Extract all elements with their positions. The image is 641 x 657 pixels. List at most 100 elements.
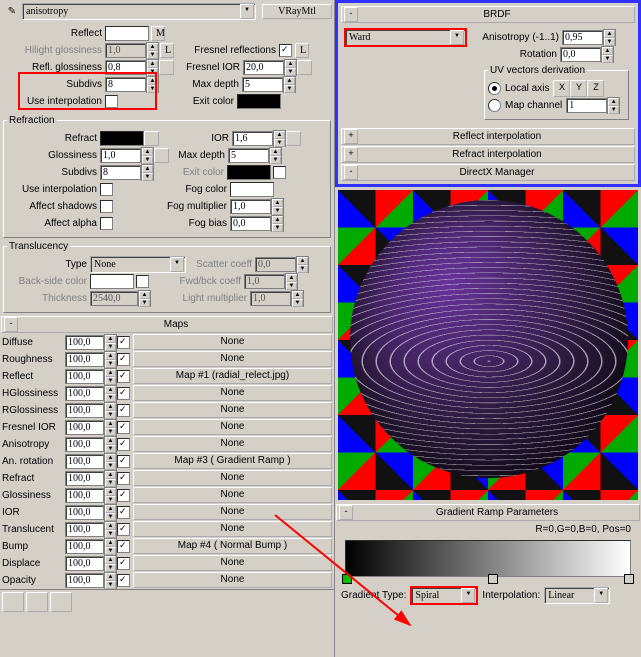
fogmult-input[interactable] xyxy=(230,199,271,214)
expand-icon[interactable]: + xyxy=(344,147,358,162)
map-amount-input[interactable] xyxy=(65,471,104,486)
spinner[interactable]: ▲▼ xyxy=(269,147,282,164)
spinner[interactable]: ▲▼ xyxy=(141,147,154,164)
spinner[interactable]: ▲▼ xyxy=(104,470,117,487)
map-slot-button[interactable]: None xyxy=(133,402,332,418)
affect-alpha-checkbox[interactable] xyxy=(100,217,113,230)
gloss-input[interactable] xyxy=(100,148,141,163)
toolbar-icon[interactable] xyxy=(26,592,48,612)
spinner[interactable]: ▲▼ xyxy=(291,290,304,307)
mapslot[interactable] xyxy=(144,131,159,146)
reflect-interp-rollup[interactable]: +Reflect interpolation xyxy=(341,128,635,145)
spinner[interactable]: ▲▼ xyxy=(104,538,117,555)
map-slot-button[interactable]: None xyxy=(133,385,332,401)
ior-input[interactable] xyxy=(232,131,273,146)
map-checkbox[interactable] xyxy=(117,455,130,468)
map-slot-button[interactable]: None xyxy=(133,572,332,588)
spinner[interactable]: ▲▼ xyxy=(138,290,151,307)
rotation-input[interactable] xyxy=(560,47,601,62)
fresnel-ior-input[interactable] xyxy=(243,60,284,75)
spinner[interactable]: ▲▼ xyxy=(104,436,117,453)
map-amount-input[interactable] xyxy=(65,420,104,435)
spinner[interactable]: ▲▼ xyxy=(603,29,616,46)
trans-type-dropdown[interactable]: None▼ xyxy=(90,256,186,273)
spinner[interactable]: ▲▼ xyxy=(104,351,117,368)
maps-rollup[interactable]: - Maps xyxy=(1,316,333,333)
map-slot-button[interactable]: None xyxy=(133,470,332,486)
map-channel-radio[interactable] xyxy=(488,99,501,112)
brdf-rollup[interactable]: - BRDF xyxy=(341,6,635,23)
mapslot[interactable] xyxy=(286,131,301,146)
map-checkbox[interactable] xyxy=(117,404,130,417)
spinner[interactable]: ▲▼ xyxy=(601,46,614,63)
spinner[interactable]: ▲▼ xyxy=(104,521,117,538)
aniso-input[interactable] xyxy=(562,30,603,45)
expand-icon[interactable]: + xyxy=(344,129,358,144)
map-amount-input[interactable] xyxy=(65,454,104,469)
exitcolor2-checkbox[interactable] xyxy=(273,166,286,179)
eyedropper-icon[interactable]: ✎ xyxy=(2,6,22,17)
refract-interp-rollup[interactable]: +Refract interpolation xyxy=(341,146,635,163)
mapslot[interactable] xyxy=(159,60,174,75)
spinner[interactable]: ▲▼ xyxy=(296,256,309,273)
spinner[interactable]: ▲▼ xyxy=(104,504,117,521)
spinner[interactable]: ▲▼ xyxy=(104,402,117,419)
map-slot-button[interactable]: None xyxy=(133,334,332,350)
mapslot[interactable] xyxy=(154,148,169,163)
map-checkbox[interactable] xyxy=(117,557,130,570)
spinner[interactable]: ▲▼ xyxy=(104,453,117,470)
map-slot-button[interactable]: Map #4 ( Normal Bump ) xyxy=(133,538,332,554)
map-amount-input[interactable] xyxy=(65,556,104,571)
exitcolor-swatch[interactable] xyxy=(237,94,281,109)
toolbar-icon[interactable] xyxy=(50,592,72,612)
spinner[interactable]: ▲▼ xyxy=(146,42,159,59)
reflect-swatch[interactable] xyxy=(105,26,149,41)
useinterp2-checkbox[interactable] xyxy=(100,183,113,196)
interp-dropdown[interactable]: Linear▼ xyxy=(544,587,610,604)
map-amount-input[interactable] xyxy=(65,386,104,401)
map-slot-button[interactable]: None xyxy=(133,419,332,435)
z-button[interactable]: Z xyxy=(587,80,604,97)
map-amount-input[interactable] xyxy=(65,335,104,350)
map-slot-button[interactable]: None xyxy=(133,351,332,367)
spinner[interactable]: ▲▼ xyxy=(141,164,154,181)
map-amount-input[interactable] xyxy=(65,403,104,418)
gradient-handle[interactable] xyxy=(488,574,498,584)
map-checkbox[interactable] xyxy=(117,336,130,349)
map-checkbox[interactable] xyxy=(117,540,130,553)
lock2-button[interactable]: L xyxy=(295,43,309,58)
spinner[interactable]: ▲▼ xyxy=(273,130,286,147)
fresnel-checkbox[interactable] xyxy=(279,44,292,57)
y-button[interactable]: Y xyxy=(570,80,587,97)
gradient-handle[interactable] xyxy=(342,574,352,584)
map-slot-button[interactable]: None xyxy=(133,436,332,452)
spinner[interactable]: ▲▼ xyxy=(284,59,297,76)
collapse-icon[interactable]: - xyxy=(4,317,18,332)
map-checkbox[interactable] xyxy=(117,489,130,502)
map-checkbox[interactable] xyxy=(117,506,130,519)
spinner[interactable]: ▲▼ xyxy=(104,334,117,351)
maxdepth-input[interactable] xyxy=(242,77,283,92)
map-checkbox[interactable] xyxy=(117,421,130,434)
map-amount-input[interactable] xyxy=(65,505,104,520)
material-name-dropdown[interactable]: anisotropy▼ xyxy=(22,3,256,20)
spinner[interactable]: ▲▼ xyxy=(283,76,296,93)
backside-swatch[interactable] xyxy=(90,274,134,289)
backside-checkbox[interactable] xyxy=(136,275,149,288)
maxdepth2-input[interactable] xyxy=(228,148,269,163)
spinner[interactable]: ▲▼ xyxy=(285,273,298,290)
collapse-icon[interactable]: - xyxy=(344,7,358,22)
map-slot-button[interactable]: Map #3 ( Gradient Ramp ) xyxy=(133,453,332,469)
map-slot-button[interactable]: None xyxy=(133,555,332,571)
spinner[interactable]: ▲▼ xyxy=(607,97,620,114)
refract-swatch[interactable] xyxy=(100,131,144,146)
spinner[interactable]: ▲▼ xyxy=(104,572,117,589)
map-checkbox[interactable] xyxy=(117,472,130,485)
subdivs2-input[interactable] xyxy=(100,165,141,180)
map-amount-input[interactable] xyxy=(65,352,104,367)
map-checkbox[interactable] xyxy=(117,523,130,536)
x-button[interactable]: X xyxy=(553,80,570,97)
collapse-icon[interactable]: - xyxy=(344,165,358,180)
map-checkbox[interactable] xyxy=(117,574,130,587)
local-axis-radio[interactable] xyxy=(488,82,501,95)
